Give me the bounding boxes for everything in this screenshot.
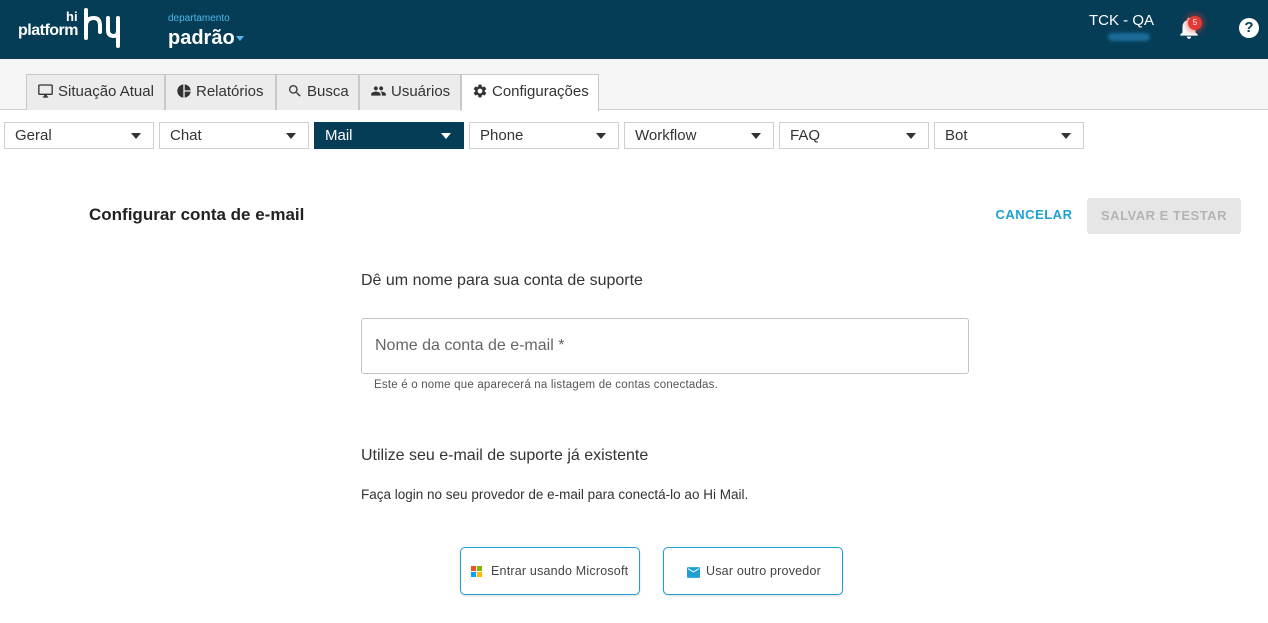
mail-icon <box>687 567 700 578</box>
page-title: Configurar conta de e-mail <box>89 205 305 224</box>
tab-label: Situação Atual <box>58 83 154 100</box>
microsoft-login-label: Entrar usando Microsoft <box>491 564 629 578</box>
caret-down-icon <box>906 133 916 139</box>
account-name[interactable]: TCK - QA <box>1089 12 1154 29</box>
subnav-mail-dropdown[interactable]: Mail <box>314 122 464 149</box>
subnav-phone-dropdown[interactable]: Phone <box>469 122 619 149</box>
dropdown-label: Workflow <box>635 127 697 144</box>
tab-label: Relatórios <box>196 83 264 100</box>
save-and-test-button[interactable]: SALVAR E TESTAR <box>1087 198 1241 234</box>
chevron-down-icon[interactable] <box>236 36 244 41</box>
caret-down-icon <box>131 133 141 139</box>
dropdown-label: Mail <box>325 127 353 144</box>
department-label: departamento <box>168 13 230 24</box>
microsoft-icon <box>471 566 483 578</box>
subnav-faq-dropdown[interactable]: FAQ <box>779 122 929 149</box>
tab-label: Configurações <box>492 83 589 100</box>
hi-platform-logo[interactable]: platform hi <box>18 8 128 50</box>
gear-icon <box>473 84 487 98</box>
dropdown-label: Bot <box>945 127 968 144</box>
caret-down-icon <box>751 133 761 139</box>
dropdown-label: Chat <box>170 127 202 144</box>
caret-down-icon <box>441 133 451 139</box>
other-provider-button[interactable]: Usar outro provedor <box>663 547 843 595</box>
account-name-field[interactable] <box>361 318 969 374</box>
account-name-input[interactable] <box>375 335 935 357</box>
help-icon[interactable]: ? <box>1239 18 1259 38</box>
microsoft-login-button[interactable]: Entrar usando Microsoft <box>460 547 640 595</box>
department-selector[interactable]: padrão <box>168 27 235 50</box>
account-name-section-title: Dê um nome para sua conta de suporte <box>361 272 643 289</box>
account-subtitle-blurred <box>1108 33 1150 41</box>
subnav-workflow-dropdown[interactable]: Workflow <box>624 122 774 149</box>
users-icon <box>371 86 386 96</box>
dropdown-label: FAQ <box>790 127 821 144</box>
tab-label: Busca <box>307 83 349 100</box>
subnav-bot-dropdown[interactable]: Bot <box>934 122 1084 149</box>
dropdown-label: Phone <box>480 127 524 144</box>
caret-down-icon <box>596 133 606 139</box>
main-tabs: Situação Atual Relatórios Busca Usuários… <box>0 59 1268 111</box>
logo-text: platform <box>18 22 79 39</box>
search-icon <box>289 85 301 97</box>
subnav-chat-dropdown[interactable]: Chat <box>159 122 309 149</box>
tab-relatorios[interactable]: Relatórios <box>165 74 276 110</box>
tab-busca[interactable]: Busca <box>276 74 359 110</box>
top-header: platform hi departamento padrão TCK - QA… <box>0 0 1268 59</box>
existing-email-description: Faça login no seu provedor de e-mail par… <box>361 487 749 502</box>
tab-usuarios[interactable]: Usuários <box>359 74 461 110</box>
logo-mark-icon <box>84 8 120 48</box>
tab-label: Usuários <box>391 83 451 100</box>
logo-hi-text: hi <box>66 9 78 24</box>
tab-configuracoes[interactable]: Configurações <box>461 74 599 111</box>
existing-email-section-title: Utilize seu e-mail de suporte já existen… <box>361 447 649 464</box>
other-provider-label: Usar outro provedor <box>706 564 821 578</box>
caret-down-icon <box>1061 133 1071 139</box>
caret-down-icon <box>286 133 296 139</box>
monitor-icon <box>38 84 53 98</box>
pie-chart-icon <box>177 84 191 98</box>
notification-badge[interactable]: 5 <box>1188 16 1202 30</box>
cancel-button[interactable]: CANCELAR <box>990 201 1078 229</box>
dropdown-label: Geral <box>15 127 52 144</box>
tab-situacao-atual[interactable]: Situação Atual <box>26 74 165 110</box>
subnav-geral-dropdown[interactable]: Geral <box>4 122 154 149</box>
account-name-helper-text: Este é o nome que aparecerá na listagem … <box>374 379 718 391</box>
